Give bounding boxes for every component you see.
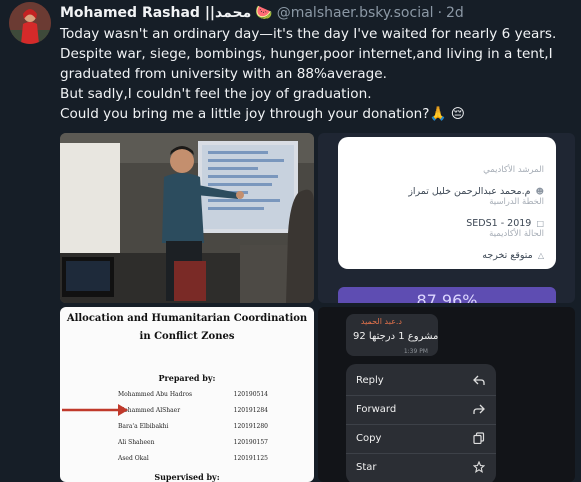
doc-supervised-by: Supervised by: bbox=[154, 472, 220, 482]
star-icon bbox=[472, 460, 486, 474]
post-line: Despite war, siege, bombings, hunger,poo… bbox=[60, 46, 553, 62]
copy-icon bbox=[472, 431, 486, 445]
project-document[interactable]: Allocation and Humanitarian Coordination… bbox=[60, 307, 314, 482]
chat-message: مشروع 1 درجتها 92 bbox=[353, 331, 439, 342]
average-badge: 87.96% bbox=[338, 287, 556, 303]
student-name: Mohammed Abu Hadros bbox=[118, 391, 193, 398]
doc-student-row: Bara'a Elbibakhi 120191280 bbox=[118, 423, 268, 430]
chat-screenshot[interactable]: د.عبد الحميد مشروع 1 درجتها 92 1:39 PM R… bbox=[318, 307, 575, 482]
menu-item-label: Reply bbox=[356, 374, 384, 386]
post-line: graduated from university with an 88%ave… bbox=[60, 66, 387, 82]
presentation-photo[interactable] bbox=[60, 133, 314, 303]
post-time[interactable]: 2d bbox=[446, 5, 464, 21]
doc-title-line1: Allocation and Humanitarian Coordination bbox=[66, 313, 308, 324]
avatar[interactable] bbox=[9, 2, 51, 44]
post[interactable]: Mohamed Rashad ||محمد 🍉 @malshaer.bsky.s… bbox=[0, 0, 581, 482]
red-arrow-icon bbox=[62, 404, 128, 416]
author-name[interactable]: Mohamed Rashad ||محمد bbox=[60, 5, 251, 21]
menu-item-star[interactable]: Star bbox=[346, 453, 496, 481]
menu-item-copy[interactable]: Copy bbox=[346, 424, 496, 452]
doc-student-row: Mohammed Abu Hadros 120190514 bbox=[118, 391, 268, 398]
student-name: Bara'a Elbibakhi bbox=[118, 423, 169, 430]
image-grid: المرشد الأكاديمي م.محمد عبدالرحمن خليل ت… bbox=[60, 133, 575, 482]
document-icon: □ bbox=[536, 219, 544, 228]
post-text: Today wasn't an ordinary day—it's the da… bbox=[60, 24, 575, 124]
separator-dot: · bbox=[437, 5, 443, 21]
doc-student-row: Ased Okal 120191125 bbox=[118, 455, 268, 462]
menu-item-label: Star bbox=[356, 461, 377, 473]
menu-item-label: Forward bbox=[356, 403, 397, 415]
average-value: 87.96% bbox=[416, 291, 478, 303]
doc-student-row: Ali Shaheen 120190157 bbox=[118, 439, 268, 446]
post-line: Today wasn't an ordinary day—it's the da… bbox=[60, 26, 557, 42]
advisor-value: م.محمد عبدالرحمن خليل تمراز bbox=[408, 186, 531, 197]
post-line: Could you bring me a little joy through … bbox=[60, 106, 465, 122]
student-id: 120190157 bbox=[233, 439, 268, 446]
context-menu: Reply Forward Copy Star bbox=[346, 364, 496, 482]
transcript-card: المرشد الأكاديمي م.محمد عبدالرحمن خليل ت… bbox=[338, 137, 556, 269]
plan-value: SEDS1 - 2019 bbox=[466, 218, 532, 229]
doc-title-line2: in Conflict Zones bbox=[139, 331, 235, 342]
student-id: 120191284 bbox=[233, 407, 268, 414]
student-id: 120191125 bbox=[233, 455, 268, 462]
graduation-icon: △ bbox=[537, 251, 544, 260]
student-id: 120190514 bbox=[233, 391, 268, 398]
author-handle[interactable]: @malshaer.bsky.social bbox=[277, 5, 434, 21]
transcript-screenshot[interactable]: المرشد الأكاديمي م.محمد عبدالرحمن خليل ت… bbox=[318, 133, 575, 303]
post-header: Mohamed Rashad ||محمد 🍉 @malshaer.bsky.s… bbox=[60, 3, 464, 23]
user-icon: ☻ bbox=[535, 187, 544, 196]
student-id: 120191280 bbox=[233, 423, 268, 430]
chat-time: 1:39 PM bbox=[403, 348, 428, 355]
doc-prepared-by: Prepared by: bbox=[158, 373, 216, 383]
forward-icon bbox=[472, 402, 486, 416]
chat-message-bubble: د.عبد الحميد مشروع 1 درجتها 92 1:39 PM bbox=[346, 314, 438, 356]
plan-label: الخطة الدراسية bbox=[489, 197, 544, 207]
menu-item-reply[interactable]: Reply bbox=[346, 366, 496, 394]
status-label: الحالة الأكاديمية bbox=[489, 229, 544, 239]
reply-icon bbox=[472, 373, 486, 387]
student-name: Ased Okal bbox=[118, 455, 149, 462]
chat-sender: د.عبد الحميد bbox=[360, 317, 402, 326]
student-name: Ali Shaheen bbox=[118, 439, 155, 446]
doc-student-row: Mohammed AlShaer 120191284 bbox=[118, 407, 268, 414]
watermelon-emoji: 🍉 bbox=[255, 5, 273, 21]
status-value: متوقع تخرجه bbox=[482, 250, 533, 261]
post-line: But sadly,I couldn't feel the joy of gra… bbox=[60, 86, 372, 102]
advisor-label: المرشد الأكاديمي bbox=[483, 165, 544, 175]
menu-item-forward[interactable]: Forward bbox=[346, 395, 496, 423]
menu-item-label: Copy bbox=[356, 432, 382, 444]
